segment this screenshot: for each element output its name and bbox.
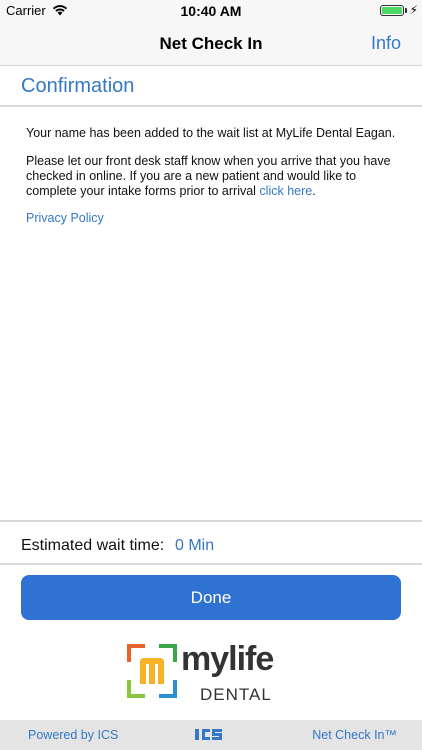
status-time: 10:40 AM xyxy=(180,3,242,19)
wait-time-value: 0 Min xyxy=(175,537,215,554)
front-desk-period: . xyxy=(312,184,316,198)
battery-fill xyxy=(382,7,402,14)
confirmation-message: Your name has been added to the wait lis… xyxy=(26,126,396,212)
status-bar: Carrier 10:40 AM ⚡ xyxy=(0,0,422,22)
intake-forms-link[interactable]: click here xyxy=(259,184,312,198)
nav-bar: Net Check In Info xyxy=(0,22,422,66)
done-button[interactable]: Done xyxy=(21,575,401,620)
logo-name: mylife xyxy=(181,640,274,678)
confirmation-header: Confirmation xyxy=(0,66,422,107)
wait-list-message: Your name has been added to the wait lis… xyxy=(26,126,396,140)
page-title: Confirmation xyxy=(21,75,135,97)
info-button[interactable]: Info xyxy=(371,33,401,54)
privacy-policy-link[interactable]: Privacy Policy xyxy=(26,211,104,225)
logo-subtitle: DENTAL xyxy=(200,685,272,704)
nav-title: Net Check In xyxy=(159,34,263,53)
footer: Powered by ICS Net Check In™ xyxy=(0,720,422,750)
wait-time-label: Estimated wait time: xyxy=(21,537,165,554)
mylife-logo-mark-icon xyxy=(127,644,177,698)
net-check-in-brand: Net Check In™ xyxy=(312,728,397,742)
wait-time-row: Estimated wait time: 0 Min xyxy=(0,520,422,565)
powered-by-label: Powered by ICS xyxy=(28,728,119,742)
front-desk-text: Please let our front desk staff know whe… xyxy=(26,154,391,198)
mylife-dental-logo: mylife DENTAL xyxy=(127,640,302,706)
battery-icon xyxy=(380,5,404,16)
charging-icon: ⚡ xyxy=(409,3,418,17)
ics-logo-icon xyxy=(195,729,222,740)
front-desk-message: Please let our front desk staff know whe… xyxy=(26,154,396,199)
battery-tip xyxy=(405,8,407,13)
